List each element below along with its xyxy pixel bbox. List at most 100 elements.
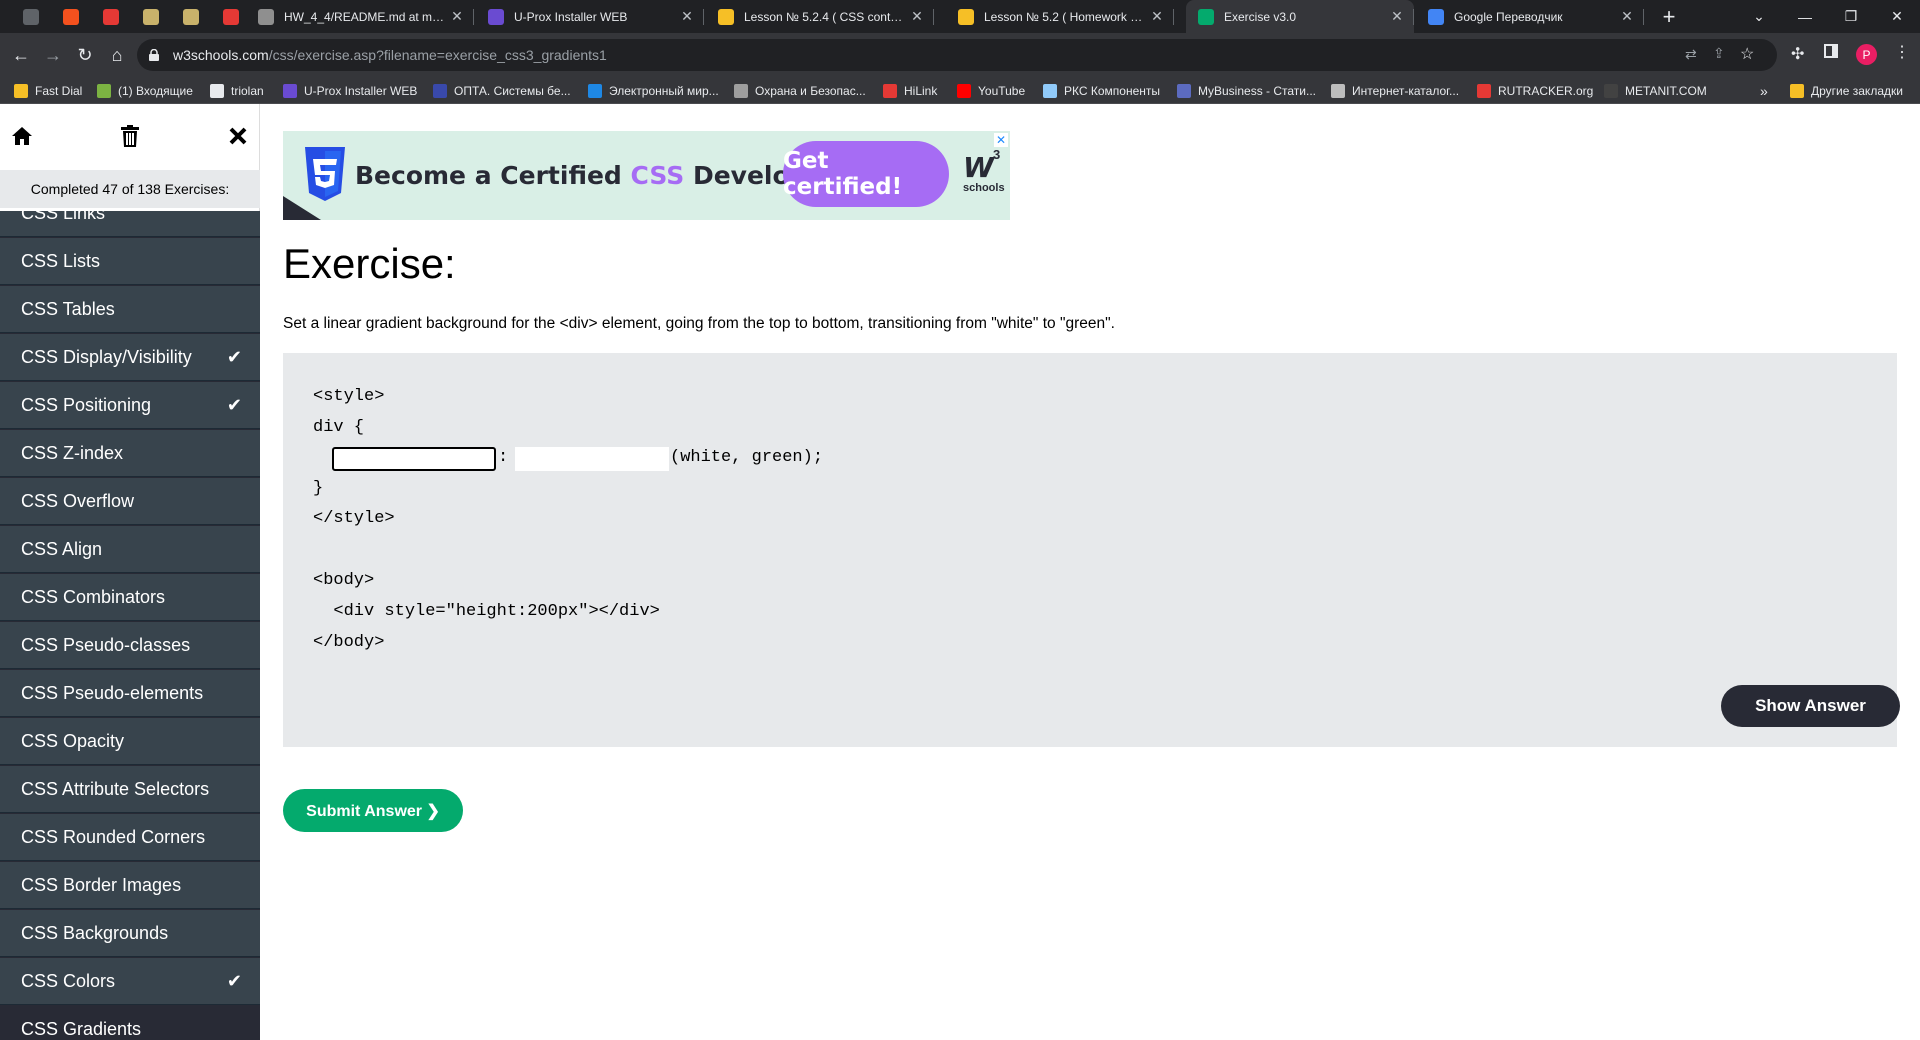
sidebar-exercise-item[interactable]: CSS Border Images (0, 862, 260, 909)
sidebar-exercise-item[interactable]: CSS Positioning ✔ (0, 382, 260, 429)
lock-icon[interactable] (149, 48, 159, 61)
sidebar-item-label: CSS Display/Visibility (21, 346, 192, 367)
sidebar-exercise-item[interactable]: CSS Opacity (0, 718, 260, 765)
ad-headline: Become a Certified CSS Developer! (355, 161, 848, 190)
sidebar-exercise-item[interactable]: CSS Tables (0, 286, 260, 333)
sidebar-item-label: CSS Pseudo-elements (21, 682, 204, 703)
bookmark-item[interactable]: Охрана и Безопас... (734, 81, 866, 101)
trash-icon[interactable] (112, 118, 148, 154)
browser-tab[interactable] (52, 0, 90, 33)
certification-ad-banner[interactable]: Become a Certified CSS Developer! Get ce… (283, 131, 1010, 220)
sidebar-exercise-item[interactable]: CSS Align (0, 526, 260, 573)
pinned-app-icon (143, 8, 159, 25)
browser-tab[interactable]: Lesson № 5.2.4 ( CSS content ) - ✕ (706, 0, 934, 33)
bookmark-item[interactable]: RUTRACKER.org (1477, 81, 1593, 101)
sidebar-exercise-item[interactable]: CSS Rounded Corners (0, 814, 260, 861)
sidebar-exercise-item[interactable]: CSS Combinators (0, 574, 260, 621)
extensions-icon[interactable]: ✣ (1791, 44, 1804, 64)
bookmark-item[interactable]: ОПТА. Системы бе... (433, 81, 571, 101)
tab-search-icon[interactable]: ⌄ (1736, 0, 1782, 33)
home-icon[interactable]: ⌂ (102, 40, 132, 70)
bookmark-label: U-Prox Installer WEB (304, 84, 418, 98)
close-window-icon[interactable]: ✕ (1874, 0, 1920, 33)
bookmark-item[interactable]: Электронный мир... (588, 81, 719, 101)
other-bookmarks-folder[interactable]: Другие закладки (1790, 81, 1903, 101)
new-tab-button[interactable]: + (1655, 4, 1683, 30)
close-tab-icon[interactable]: ✕ (906, 8, 928, 25)
bookmark-item[interactable]: triolan (210, 81, 264, 101)
address-bar[interactable]: w3schools.com/css/exercise.asp?filename=… (137, 39, 1777, 71)
get-certified-button[interactable]: Get certified! (783, 141, 949, 207)
sidebar-exercise-item[interactable]: CSS Attribute Selectors (0, 766, 260, 813)
tab-separator (1413, 9, 1414, 25)
bookmark-star-icon[interactable]: ☆ (1740, 44, 1754, 64)
bookmark-favicon-icon (588, 84, 602, 98)
bookmark-favicon-icon (1177, 84, 1191, 98)
forward-arrow-icon[interactable]: → (38, 40, 68, 70)
code-line: (white, green); (670, 448, 824, 467)
checkmark-icon: ✔ (226, 970, 242, 991)
css-property-input[interactable] (332, 447, 496, 471)
bookmark-label: triolan (231, 84, 264, 98)
bookmark-item[interactable]: U-Prox Installer WEB (283, 81, 417, 101)
close-tab-icon[interactable]: ✕ (1616, 8, 1638, 25)
close-tab-icon[interactable]: ✕ (676, 8, 698, 25)
profile-avatar[interactable]: P (1856, 44, 1877, 65)
sidebar-exercise-item[interactable]: CSS Pseudo-classes (0, 622, 260, 669)
submit-answer-button[interactable]: Submit Answer ❯ (283, 789, 463, 832)
bookmark-item[interactable]: Интернет-каталог... (1331, 81, 1459, 101)
translate-icon (1428, 8, 1444, 25)
css-value-input[interactable] (515, 447, 669, 471)
bookmark-item[interactable]: YouTube (957, 81, 1025, 101)
close-tab-icon[interactable]: ✕ (1146, 8, 1168, 25)
browser-tab[interactable]: Google Переводчик ✕ (1416, 0, 1644, 33)
sidebar-exercise-item[interactable]: CSS Z-index (0, 430, 260, 477)
browser-tab[interactable] (12, 0, 50, 33)
bookmark-item[interactable]: (1) Входящие (97, 81, 193, 101)
sidebar-exercise-item[interactable]: CSS Links (0, 211, 260, 237)
close-icon[interactable] (220, 118, 256, 154)
close-tab-icon[interactable]: ✕ (446, 8, 468, 25)
bookmark-item[interactable]: METANIT.COM (1604, 81, 1707, 101)
bookmarks-overflow-icon[interactable]: » (1760, 81, 1768, 101)
sidebar-exercise-item[interactable]: CSS Pseudo-elements (0, 670, 260, 717)
sidebar-exercise-item[interactable]: CSS Backgrounds (0, 910, 260, 957)
translate-page-icon[interactable]: ⇄ (1685, 46, 1697, 63)
browser-tab[interactable] (92, 0, 130, 33)
bookmark-item[interactable]: Fast Dial (14, 81, 82, 101)
sidebar-exercise-item[interactable]: CSS Overflow (0, 478, 260, 525)
minimize-icon[interactable]: — (1782, 0, 1828, 33)
w3-logo-sub: schools (963, 182, 1005, 194)
sidebar-exercise-item[interactable]: CSS Colors ✔ (0, 958, 260, 1005)
browser-tab[interactable]: U-Prox Installer WEB ✕ (476, 0, 704, 33)
browser-tab[interactable] (132, 0, 170, 33)
browser-menu-icon[interactable]: ⋮ (1894, 42, 1910, 62)
bookmark-item[interactable]: РКС Компоненты (1043, 81, 1160, 101)
bookmark-item[interactable]: HiLink (883, 81, 937, 101)
back-arrow-icon[interactable]: ← (6, 40, 36, 70)
sidebar-item-label: CSS Backgrounds (21, 922, 169, 943)
home-icon[interactable] (4, 118, 40, 154)
browser-tab[interactable] (212, 0, 250, 33)
sidebar-exercise-item[interactable]: CSS Gradients (0, 1006, 260, 1040)
ad-headline-css: CSS (630, 161, 685, 190)
code-line: <style> (313, 387, 385, 406)
restore-icon[interactable]: ❐ (1828, 0, 1874, 33)
sidebar-exercise-item[interactable]: CSS Display/Visibility ✔ (0, 334, 260, 381)
close-tab-icon[interactable]: ✕ (1386, 8, 1408, 25)
browser-tab[interactable]: HW_4_4/README.md at main · l ✕ (246, 0, 474, 33)
tab-title: HW_4_4/README.md at main · l (284, 9, 446, 24)
side-panel-icon[interactable] (1824, 44, 1838, 58)
show-answer-button[interactable]: Show Answer (1721, 685, 1900, 727)
reload-icon[interactable]: ↻ (70, 40, 100, 70)
ad-close-icon[interactable]: ✕ (994, 133, 1008, 147)
share-icon[interactable]: ⇪ (1713, 45, 1725, 62)
browser-tab[interactable]: Exercise v3.0 ✕ (1186, 0, 1414, 33)
browser-tab[interactable] (172, 0, 210, 33)
bookmark-item[interactable]: MyBusiness - Стати... (1177, 81, 1316, 101)
w3schools-icon (1198, 8, 1214, 25)
tab-title: Exercise v3.0 (1224, 9, 1297, 24)
checkmark-icon: ✔ (226, 346, 242, 367)
sidebar-exercise-item[interactable]: CSS Lists (0, 238, 260, 285)
browser-tab[interactable]: Lesson № 5.2 ( Homework ) - Go ✕ (946, 0, 1174, 33)
